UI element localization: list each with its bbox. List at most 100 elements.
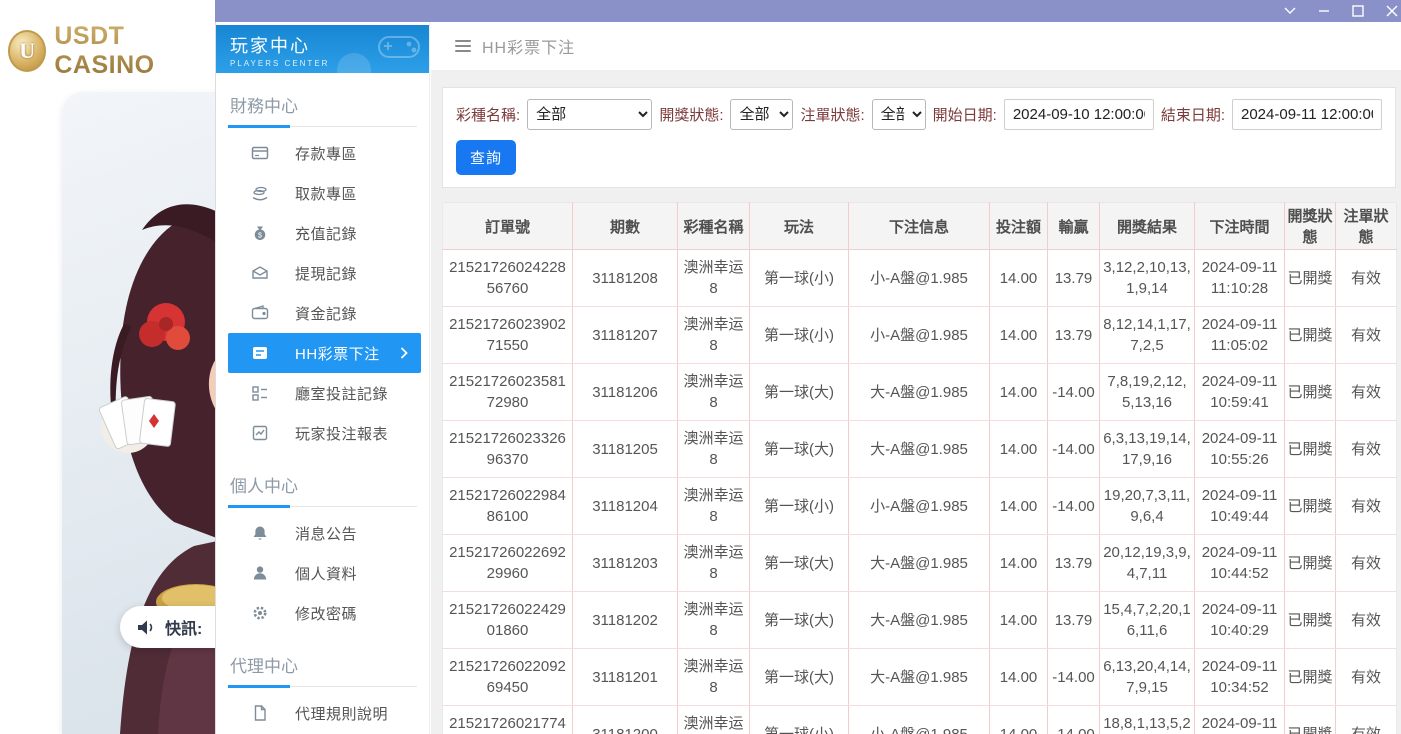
- table-cell: 6,3,13,19,14,17,9,16: [1100, 421, 1195, 478]
- section-title-agent: 代理中心: [228, 652, 417, 687]
- brand-name: USDT CASINO: [54, 22, 215, 80]
- table-cell: 2024-09-11 10:59:41: [1195, 364, 1285, 421]
- table-row: 215217260233269637031181205澳洲幸运8第一球(大)大-…: [443, 421, 1397, 478]
- sidebar-item-withdraw[interactable]: 取款專區: [216, 173, 429, 213]
- table-cell: -14.00: [1048, 421, 1100, 478]
- chevron-right-icon: [400, 347, 408, 359]
- table-cell: 已開獎: [1285, 307, 1336, 364]
- maximize-icon[interactable]: [1351, 5, 1364, 18]
- bell-icon: [250, 524, 269, 543]
- table-cell: 2152172602390271550: [443, 307, 573, 364]
- table-cell: 8,12,14,1,17,7,2,5: [1100, 307, 1195, 364]
- end-date-input[interactable]: [1232, 99, 1382, 130]
- table-cell: 2024-09-11 10:40:29: [1195, 592, 1285, 649]
- hamburger-icon[interactable]: [455, 40, 471, 52]
- deposit-card-icon: [250, 144, 269, 163]
- col-draw-result: 開獎結果: [1100, 203, 1195, 250]
- table-cell: 2024-09-11 11:10:28: [1195, 250, 1285, 307]
- table-cell: 澳洲幸运8: [678, 307, 750, 364]
- table-cell: 2024-09-11 10:34:52: [1195, 649, 1285, 706]
- table-cell: 13.79: [1048, 592, 1100, 649]
- col-order-status: 注單狀態: [1336, 203, 1397, 250]
- order-status-label: 注單狀態:: [800, 104, 864, 125]
- table-cell: 有效: [1336, 250, 1397, 307]
- table-cell: 小-A盤@1.985: [849, 250, 990, 307]
- table-cell: 2152172602422856760: [443, 250, 573, 307]
- svg-text:$: $: [258, 233, 262, 240]
- table-cell: -14.00: [1048, 364, 1100, 421]
- sidebar-item-deposit[interactable]: 存款專區: [216, 133, 429, 173]
- start-date-input[interactable]: [1004, 99, 1154, 130]
- col-bet-info: 下注信息: [849, 203, 990, 250]
- sidebar-item-profile[interactable]: 個人資料: [216, 553, 429, 593]
- table-cell: 31181206: [573, 364, 678, 421]
- sidebar-item-funds-record[interactable]: 資金記錄: [216, 293, 429, 333]
- table-cell: 14.00: [990, 364, 1048, 421]
- search-button[interactable]: 查詢: [456, 140, 516, 175]
- table-cell: 第一球(大): [750, 592, 849, 649]
- table-cell: 有效: [1336, 478, 1397, 535]
- table-cell: 大-A盤@1.985: [849, 364, 990, 421]
- withdraw-hand-icon: [250, 184, 269, 203]
- sidebar-item-agent-rules[interactable]: 代理規則說明: [216, 693, 429, 733]
- table-cell: 第一球(大): [750, 364, 849, 421]
- table-cell: 小-A盤@1.985: [849, 307, 990, 364]
- sidebar-item-recharge-record[interactable]: $ 充值記錄: [216, 213, 429, 253]
- news-ticker-button[interactable]: 快訊:: [120, 606, 215, 648]
- order-status-select[interactable]: 全部: [872, 99, 926, 130]
- table-cell: 14.00: [990, 421, 1048, 478]
- speaker-icon: [137, 619, 156, 636]
- minimize-icon[interactable]: [1317, 5, 1330, 18]
- table-cell: 已開獎: [1285, 364, 1336, 421]
- table-row: 215217260229848610031181204澳洲幸运8第一球(小)小-…: [443, 478, 1397, 535]
- table-cell: 15,4,7,2,20,16,11,6: [1100, 592, 1195, 649]
- table-header-row: 訂單號 期數 彩種名稱 玩法 下注信息 投注額 輸贏 開獎結果 下注時間 開獎狀…: [443, 203, 1397, 250]
- recharge-bag-icon: $: [250, 224, 269, 243]
- sidebar-item-player-bet-report[interactable]: 玩家投注報表: [216, 413, 429, 453]
- table-cell: 有效: [1336, 649, 1397, 706]
- table-cell: -14.00: [1048, 649, 1100, 706]
- draw-status-select[interactable]: 全部: [730, 99, 793, 130]
- table-cell: 已開獎: [1285, 706, 1336, 734]
- table-cell: 已開獎: [1285, 421, 1336, 478]
- table-cell: 20,12,19,3,9,4,7,11: [1100, 535, 1195, 592]
- table-cell: -14.00: [1048, 706, 1100, 734]
- orders-table: 訂單號 期數 彩種名稱 玩法 下注信息 投注額 輸贏 開獎結果 下注時間 開獎狀…: [442, 202, 1397, 734]
- table-cell: 31181200: [573, 706, 678, 734]
- gamepad-icon: [377, 29, 421, 63]
- coin-logo-icon: U: [8, 30, 46, 72]
- table-cell: 第一球(小): [750, 250, 849, 307]
- table-cell: 31181201: [573, 649, 678, 706]
- orders-table-body: 215217260242285676031181208澳洲幸运8第一球(小)小-…: [443, 250, 1397, 734]
- table-cell: 2152172602269229960: [443, 535, 573, 592]
- table-cell: 澳洲幸运8: [678, 478, 750, 535]
- table-cell: 有效: [1336, 421, 1397, 478]
- sidebar-item-withdrawal-record[interactable]: 提現記錄: [216, 253, 429, 293]
- close-icon[interactable]: [1385, 5, 1398, 18]
- chevron-down-icon[interactable]: [1283, 5, 1296, 18]
- table-cell: 19,20,7,3,11,9,6,4: [1100, 478, 1195, 535]
- table-cell: 31181204: [573, 478, 678, 535]
- table-cell: -14.00: [1048, 478, 1100, 535]
- table-cell: 14.00: [990, 307, 1048, 364]
- table-cell: 有效: [1336, 592, 1397, 649]
- table-cell: 14.00: [990, 649, 1048, 706]
- table-cell: 14.00: [990, 592, 1048, 649]
- sidebar-item-announcements[interactable]: 消息公告: [216, 513, 429, 553]
- table-cell: 14.00: [990, 706, 1048, 734]
- lottery-bet-icon: [250, 344, 269, 363]
- col-win-loss: 輸贏: [1048, 203, 1100, 250]
- table-cell: 澳洲幸运8: [678, 535, 750, 592]
- sidebar-item-change-password[interactable]: 修改密碼: [216, 593, 429, 633]
- table-cell: 6,13,20,4,14,7,9,15: [1100, 649, 1195, 706]
- table-cell: 有效: [1336, 535, 1397, 592]
- brand-logo: U USDT CASINO: [0, 0, 215, 80]
- table-cell: 第一球(小): [750, 478, 849, 535]
- sidebar-item-room-bet-record[interactable]: 廳室投註記錄: [216, 373, 429, 413]
- section-title-finance: 財務中心: [228, 92, 417, 127]
- lottery-name-select[interactable]: 全部: [527, 99, 652, 130]
- sidebar: 玩家中心 PLAYERS CENTER 財務中心 存款專區 取款專區 $ 充值記…: [215, 22, 430, 734]
- withdrawal-record-icon: [250, 264, 269, 283]
- sidebar-item-hh-lottery-bet[interactable]: HH彩票下注: [228, 333, 421, 373]
- table-cell: 第一球(大): [750, 421, 849, 478]
